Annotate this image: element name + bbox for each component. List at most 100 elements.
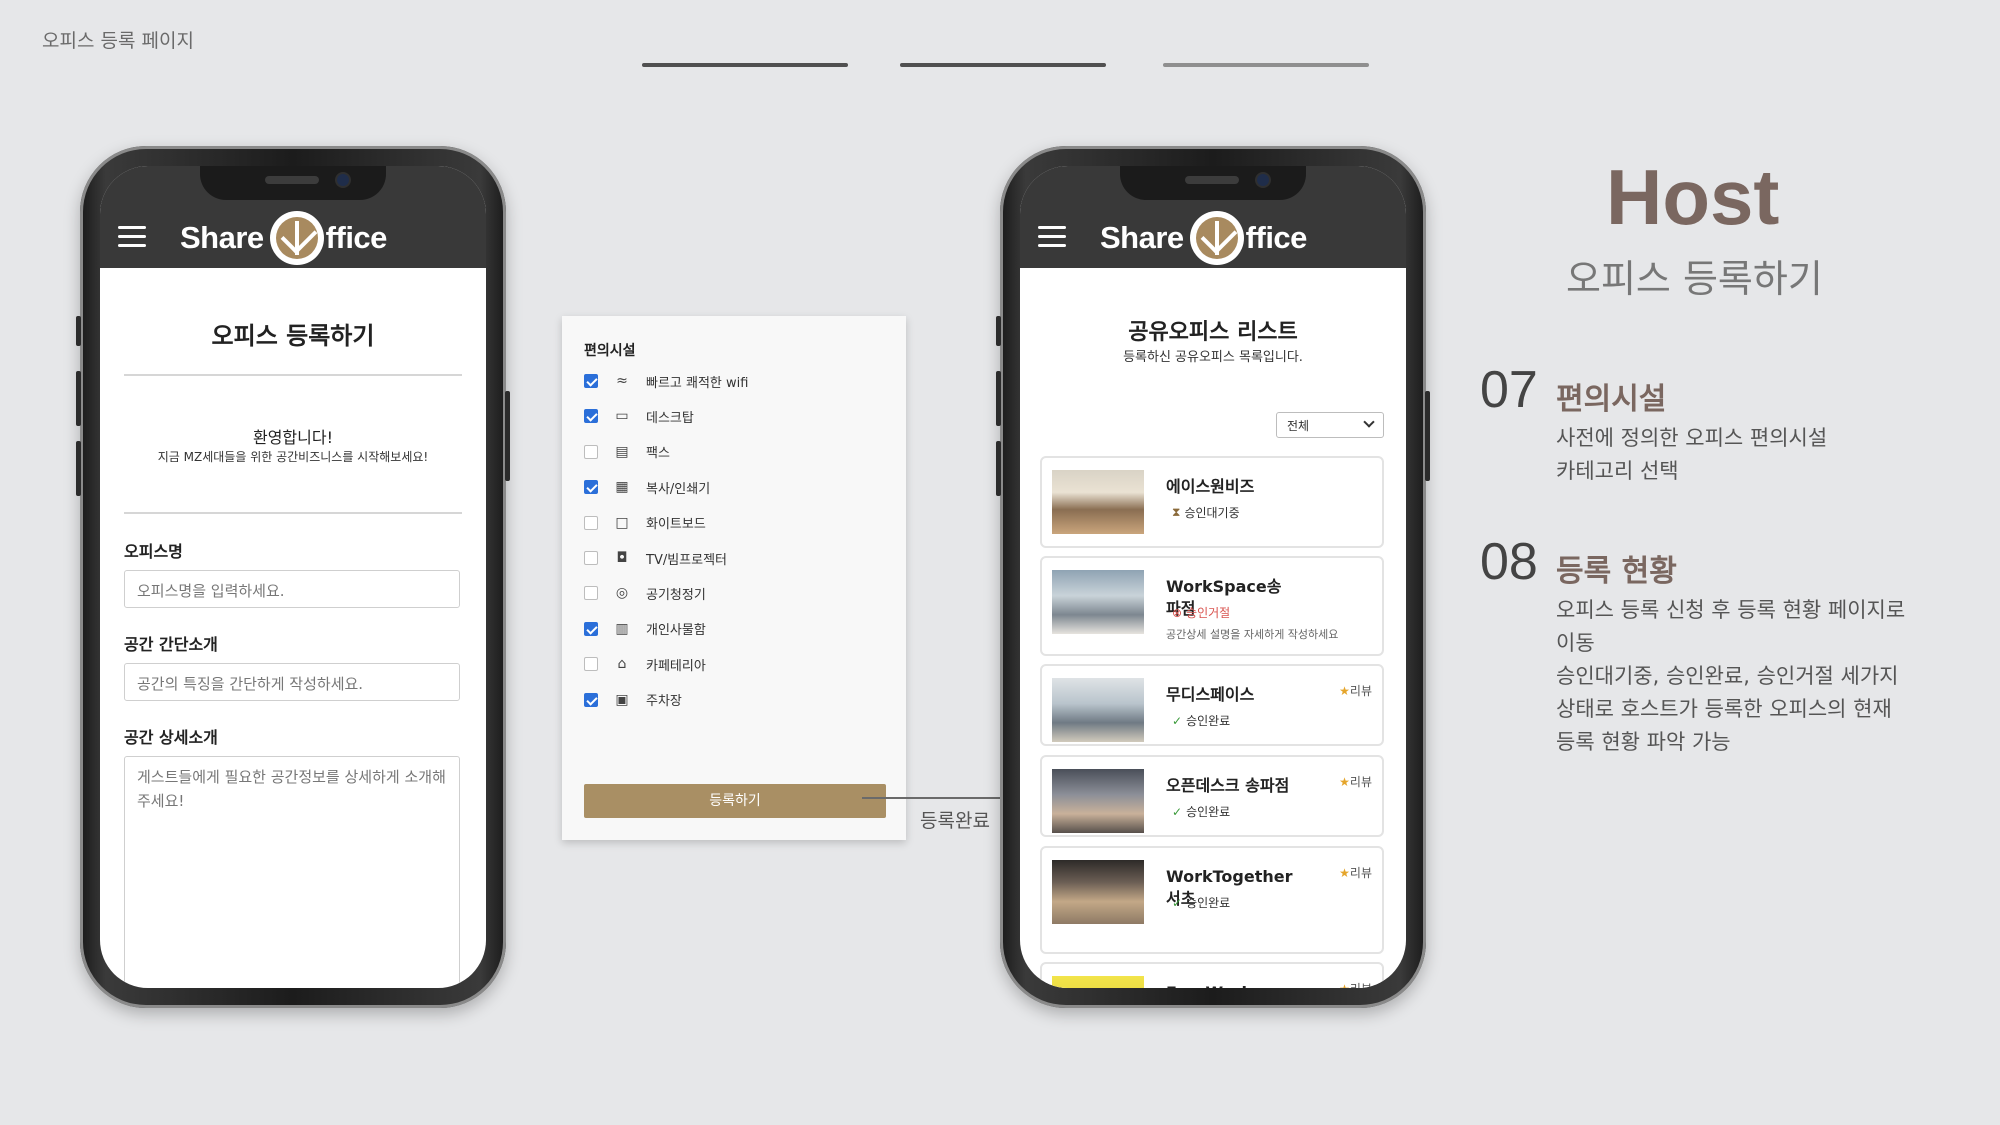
amenity-label: 화이트보드 (646, 517, 706, 533)
step-title: 편의시설 (1556, 382, 1667, 417)
detail-intro-textarea[interactable]: 게스트들에게 필요한 공간정보를 상세하게 소개해주세요! (124, 756, 460, 988)
approval-status: ✓ 승인완료 (1172, 712, 1230, 729)
status-filter-value: 전체 (1287, 419, 1310, 433)
office-name-input[interactable]: 오피스명을 입력하세요. (124, 570, 460, 608)
amenities-title: 편의시설 (584, 343, 636, 359)
amenity-row[interactable]: ▭ 데스크탑 (584, 405, 694, 427)
amenity-checkbox[interactable] (584, 515, 598, 530)
office-list-item[interactable]: FreeWork ★리뷰 (1040, 962, 1384, 988)
phone-side-button (76, 316, 81, 346)
amenity-row[interactable]: ▣ 주차장 (584, 689, 682, 711)
office-list-item[interactable]: WorkSpace송파점 ⊗ 승인거절 공간상세 설명을 자세하게 작성하세요 (1040, 556, 1384, 656)
amenity-checkbox[interactable] (584, 444, 598, 459)
logo-text-ffice: ffice (325, 220, 388, 255)
amenity-row[interactable]: □ 화이트보드 (584, 512, 706, 534)
approval-status: ✓ 승인완료 (1172, 894, 1230, 911)
amenity-checkbox[interactable] (584, 586, 598, 601)
approval-status: ⧗ 승인대기중 (1172, 504, 1240, 521)
amenity-row[interactable]: ⌂ 카페테리아 (584, 653, 706, 675)
office-thumbnail (1052, 860, 1144, 924)
approval-status-text: 승인거절 (1186, 606, 1231, 620)
amenity-label: 카페테리아 (646, 658, 706, 674)
office-list-item[interactable]: 오픈데스크 송파점 ✓ 승인완료 ★리뷰 (1040, 755, 1384, 837)
amenity-row[interactable]: ◎ 공기청정기 (584, 582, 706, 604)
page-subtitle: 등록하신 공유오피스 목록입니다. (1123, 350, 1303, 365)
register-button[interactable]: 등록하기 (584, 784, 886, 818)
reject-icon: ⊗ (1172, 605, 1183, 620)
host-subtitle: 오피스 등록하기 (1566, 257, 1823, 301)
step-desc-line: 사전에 정의한 오피스 편의시설 (1556, 426, 1828, 450)
fax-icon: ▤ (615, 443, 629, 460)
step-desc-line: 카테고리 선택 (1556, 459, 1679, 483)
office-name: 무디스페이스 (1166, 685, 1255, 704)
amenity-checkbox[interactable] (584, 374, 598, 388)
status-filter-select[interactable]: 전체 (1276, 412, 1384, 438)
office-name: 에이스원비즈 (1166, 477, 1255, 496)
check-icon: ✓ (1172, 895, 1183, 910)
amenity-label: 복사/인쇄기 (646, 481, 711, 497)
amenity-checkbox[interactable] (584, 657, 598, 672)
printer-icon: ▦ (615, 479, 629, 496)
office-thumbnail (1052, 976, 1144, 988)
amenity-label: 공기청정기 (646, 587, 706, 603)
page-label: 오피스 등록 페이지 (42, 30, 194, 52)
amenity-checkbox[interactable] (584, 480, 598, 495)
amenity-row[interactable]: ▤ 팩스 (584, 441, 670, 463)
step-desc-line: 상태로 호스트가 등록한 오피스의 현재 (1556, 697, 1892, 721)
review-link[interactable]: ★리뷰 (1339, 682, 1372, 699)
phone-side-button (76, 371, 81, 426)
short-intro-label: 공간 간단소개 (124, 635, 218, 654)
host-title: Host (1606, 153, 1780, 241)
approval-status: ✓ 승인완료 (1172, 803, 1230, 820)
phone-side-button (1425, 391, 1430, 481)
register-phone: Share ffice 오피스 등록하기 환영합니다! 지금 MZ세대들을 위한… (76, 146, 510, 1008)
approval-status: ⊗ 승인거절 (1172, 604, 1230, 621)
amenity-label: 개인사물함 (646, 623, 706, 639)
amenity-row[interactable]: ◘ TV/빔프로젝터 (584, 547, 727, 569)
progress-step-3 (1163, 63, 1369, 67)
menu-icon[interactable] (1038, 226, 1066, 248)
office-thumbnail (1052, 570, 1144, 634)
review-link[interactable]: ★리뷰 (1339, 980, 1372, 988)
cafeteria-icon: ⌂ (617, 656, 627, 673)
detail-intro-label: 공간 상세소개 (124, 728, 218, 747)
office-list-item[interactable]: 무디스페이스 ✓ 승인완료 ★리뷰 (1040, 664, 1384, 746)
desktop-icon: ▭ (615, 408, 629, 425)
chevron-down-icon (1363, 416, 1375, 428)
office-thumbnail (1052, 769, 1144, 833)
amenity-checkbox[interactable] (584, 551, 598, 565)
logo-emblem-icon (1189, 211, 1244, 265)
shareoffice-logo[interactable]: Share ffice (180, 211, 388, 265)
wifi-icon: ≈ (616, 373, 628, 389)
divider (124, 512, 462, 514)
welcome-subtext: 지금 MZ세대들을 위한 공간비즈니스를 시작해보세요! (157, 450, 429, 464)
step-title: 등록 현황 (1556, 554, 1677, 589)
whiteboard-icon: □ (615, 514, 629, 531)
menu-icon[interactable] (118, 226, 146, 248)
office-list-item[interactable]: WorkTogether서초 ✓ 승인완료 ★리뷰 (1040, 846, 1384, 954)
office-list-item[interactable]: 에이스원비즈 ⧗ 승인대기중 (1040, 456, 1384, 548)
approval-status-text: 승인대기중 (1184, 506, 1240, 520)
amenity-row[interactable]: ≈ 빠르고 쾌적한 wifi (584, 370, 748, 392)
amenity-row[interactable]: ▥ 개인사물함 (584, 618, 706, 640)
phone-side-button (505, 391, 510, 481)
phone-notch (1120, 166, 1306, 200)
logo-text-share: Share (180, 220, 264, 255)
list-phone: Share ffice 공유오피스 리스트 등록하신 공유오피스 목록입니다. … (996, 146, 1430, 1008)
rejection-note: 공간상세 설명을 자세하게 작성하세요 (1166, 628, 1339, 641)
divider (124, 374, 462, 376)
amenity-row[interactable]: ▦ 복사/인쇄기 (584, 476, 710, 498)
approval-status-text: 승인완료 (1186, 714, 1231, 728)
amenity-checkbox[interactable] (584, 692, 598, 707)
approval-status-text: 승인완료 (1186, 896, 1231, 910)
review-link[interactable]: ★리뷰 (1339, 864, 1372, 881)
amenity-checkbox[interactable] (584, 409, 598, 424)
office-thumbnail (1052, 678, 1144, 742)
short-intro-input[interactable]: 공간의 특징을 간단하게 작성하세요. (124, 663, 460, 701)
shareoffice-logo[interactable]: Share ffice (1100, 211, 1307, 265)
review-link[interactable]: ★리뷰 (1339, 773, 1372, 790)
amenity-label: 주차장 (646, 694, 682, 710)
amenity-checkbox[interactable] (584, 621, 598, 636)
locker-icon: ▥ (615, 620, 629, 637)
logo-emblem-icon (269, 211, 324, 265)
